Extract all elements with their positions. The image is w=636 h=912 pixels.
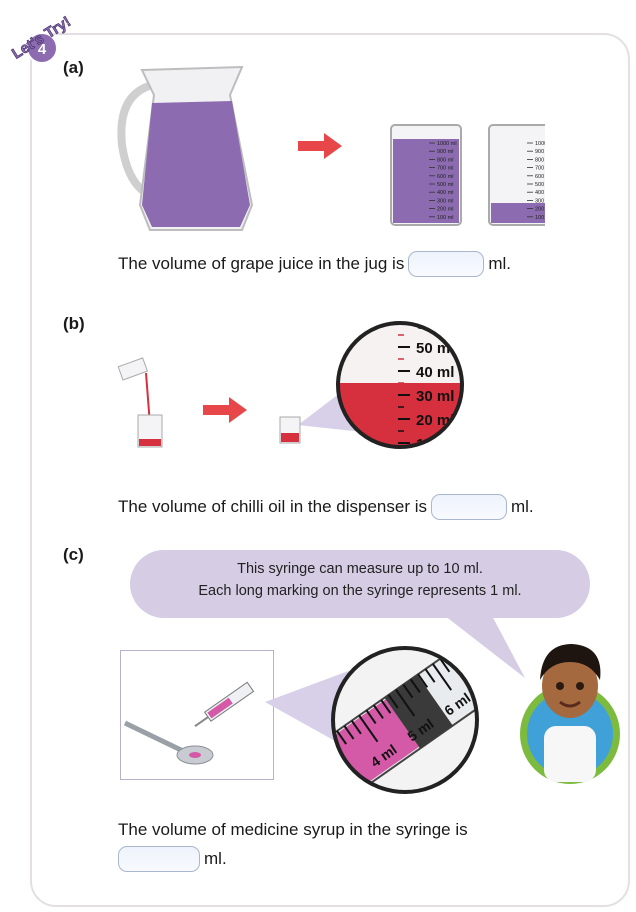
question-c-unit: ml. [204,849,227,868]
syringe-spoon-image [120,650,274,780]
beaker-tick-label: 700 ml [437,166,454,172]
beaker-tick-label: 600 ml [437,174,454,180]
beaker-tick-label: 600 ml [535,174,545,180]
beaker-tick-label: 200 ml [437,207,454,213]
answer-line-a: The volume of grape juice in the jug is … [118,251,511,277]
beaker-tick-label: 100 ml [437,215,454,221]
beaker-tick-label: 800 ml [535,157,545,163]
beaker-tick-label: 300 ml [535,198,545,204]
beaker-tick-label: 500 ml [535,182,545,188]
zoom-tick-label: 40 ml [416,364,454,381]
answer-a-input[interactable] [408,251,485,277]
beaker-tick-label: 200 ml [535,207,545,213]
syringe-zoom: 6 ml5 ml4 ml [265,633,486,794]
beaker-tick-label: 300 ml [437,198,454,204]
arrow-right-icon [298,133,342,159]
syringe-spoon-drawing [123,681,255,765]
answer-line-c-text: The volume of medicine syrup in the syri… [118,820,468,840]
question-a-unit: ml. [488,254,511,273]
dispenser-zoom: 60 ml50 ml40 ml30 ml20 ml10 ml [279,316,464,449]
grape-jug [117,65,254,231]
beaker-right: 1000 ml 900 ml 800 ml 700 ml 600 ml 500 ml 400… [488,124,545,226]
beaker-tick-label: 1000 ml [437,141,457,147]
section-c-label: (c) [63,545,84,564]
beaker-tick-label: 800 ml [437,157,454,163]
arrow-right-icon [203,397,247,423]
beaker-left: 1000 ml 900 ml 800 ml 700 ml 600 ml 500 ml 400… [390,124,462,226]
section-a-label: (a) [63,58,84,77]
syringe-tick [461,648,473,657]
pouring-beaker [117,357,163,448]
section-b-label: (b) [63,314,85,333]
question-b-unit: ml. [510,497,534,516]
syringe-tick [477,633,486,646]
speech-line-2: Each long marking on the syringe represe… [198,583,522,599]
syringe-tick [468,648,477,665]
zoom-tick-label: 60 ml [416,316,454,333]
beaker-tick-label: 100 ml [535,215,545,221]
beaker-tick-label: 700 ml [535,166,545,172]
question-a-text: The volume of grape juice in the jug is [118,254,405,273]
syringe-tick [454,648,465,663]
beaker-tick-label: 900 ml [437,149,454,155]
question-c-text: The volume of medicine syrup in the syri… [118,820,468,839]
jug-liquid [142,101,250,227]
answer-b-input[interactable] [430,494,507,520]
beakers: 1000 ml 900 ml 800 ml 700 ml 600 ml 500 ml 400… [390,124,545,226]
answer-c-input[interactable] [118,846,200,872]
speech-text: This syringe can measure up to 10 ml. Ea… [130,558,590,602]
beaker-tick-label: 400 ml [535,190,545,196]
speech-line-1: This syringe can measure up to 10 ml. [237,561,483,577]
beaker-tick-label: 1000 ml [535,141,545,147]
answer-line-c-box: ml. [118,846,227,872]
question-b-text: The volume of chilli oil in the dispense… [118,497,427,516]
boy-avatar [520,644,620,784]
beaker-tick-label: 900 ml [535,149,545,155]
beaker-tick-label: 400 ml [437,190,454,196]
answer-line-b: The volume of chilli oil in the dispense… [118,494,534,520]
beaker-tick-label: 500 ml [437,182,454,188]
zoom-tick-label: 30 ml [416,388,454,405]
